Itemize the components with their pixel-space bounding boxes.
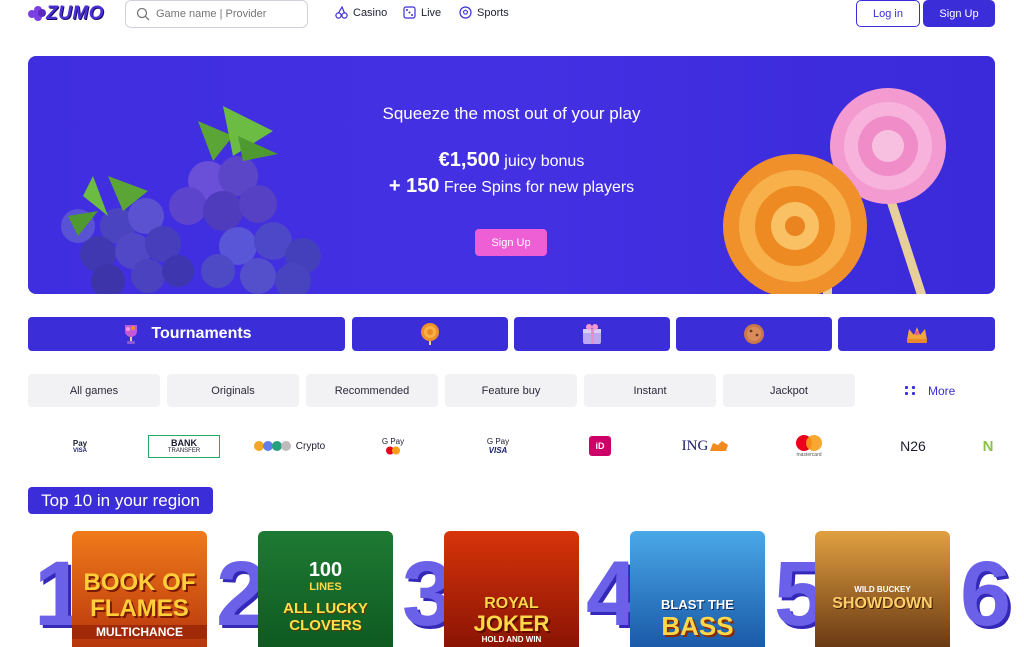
crown-icon — [906, 327, 927, 343]
game-title-line2: FLAMES — [90, 595, 189, 622]
apple-pay-label: Pay — [72, 438, 88, 448]
game-card-blast-the-bass[interactable]: BLAST THE BASS — [630, 531, 765, 647]
bonus-amount: €1,500 — [438, 149, 500, 171]
category-cookie[interactable] — [676, 317, 832, 351]
game-title-line2: JOKER — [473, 611, 550, 636]
game-card-all-lucky-clovers[interactable]: 100 LINES ALL LUCKY CLOVERS — [258, 531, 393, 647]
game-title-line1: BOOK OF — [83, 569, 196, 596]
game-title-line2: SHOWDOWN — [832, 595, 933, 612]
apple-pay-visa-label: VISA — [72, 447, 87, 454]
rank-number-6: 6 — [960, 543, 1012, 645]
nav-live-label: Live — [421, 6, 442, 19]
game-card-royal-joker[interactable]: ROYAL JOKER HOLD AND WIN — [444, 531, 579, 647]
grid-dots-icon — [905, 386, 916, 395]
google-pay-label: G Pay — [381, 437, 405, 446]
filter-originals[interactable]: Originals — [167, 374, 299, 407]
game-title-line1: BLAST THE — [661, 597, 734, 612]
spins-amount: + 150 — [388, 175, 440, 197]
apple-pay-logo: Pay VISA — [60, 432, 100, 460]
google-pay-visa-label: G Pay — [486, 437, 510, 446]
game-card-wild-buckey-showdown[interactable]: WILD BUCKEY SHOWDOWN — [815, 531, 950, 647]
search-box[interactable] — [125, 0, 308, 28]
transfer-label: TRANSFER — [167, 448, 201, 455]
zumo-logo[interactable]: ZUMO — [28, 0, 104, 28]
neteller-logo: N — [982, 437, 994, 455]
google-pay-visa-logo: G Pay VISA — [480, 432, 516, 460]
tournaments-label: Tournaments — [151, 325, 252, 342]
soccer-ball-icon — [459, 6, 472, 19]
trophy-icon — [125, 325, 138, 344]
filter-jackpot[interactable]: Jackpot — [723, 374, 855, 407]
ing-logo: ING — [674, 432, 738, 460]
mastercard-icon — [796, 435, 822, 451]
google-pay-logo: G Pay — [375, 432, 411, 460]
promo-banner[interactable]: Squeeze the most out of your play €1,500… — [28, 56, 995, 294]
game-subtitle: ALL LUCKY CLOVERS — [283, 600, 368, 634]
search-icon — [136, 7, 150, 21]
hero-signup-button[interactable]: Sign Up — [475, 229, 547, 256]
spins-text: Free Spins for new players — [439, 179, 635, 196]
game-title-line2: BASS — [661, 611, 734, 641]
game-title-line1: 100 — [308, 559, 343, 581]
category-crown[interactable] — [838, 317, 995, 351]
nav-sports[interactable]: Sports — [459, 6, 509, 19]
nav-sports-label: Sports — [477, 6, 509, 19]
top-navigation: ZUMO Casino Live Sports Log in Sign Up — [0, 0, 1024, 28]
ing-label: ING — [681, 437, 709, 454]
filter-all-games[interactable]: All games — [28, 374, 160, 407]
game-subtitle: HOLD AND WIN — [481, 635, 542, 644]
game-card-book-of-flames[interactable]: BOOK OF FLAMES MULTICHANCE — [72, 531, 207, 647]
lollipop-icon — [421, 323, 439, 345]
more-filters-button[interactable]: More — [905, 374, 955, 407]
cherry-icon — [335, 6, 348, 19]
nav-casino[interactable]: Casino — [335, 6, 387, 19]
logo-text: ZUMO — [46, 3, 104, 24]
bank-label: BANK — [171, 437, 197, 448]
category-lollipop[interactable] — [352, 317, 508, 351]
login-button[interactable]: Log in — [856, 0, 920, 27]
mastercard-logo: mastercard — [792, 432, 826, 460]
filter-feature-buy[interactable]: Feature buy — [445, 374, 577, 407]
filter-instant[interactable]: Instant — [584, 374, 716, 407]
visa-label: VISA — [488, 446, 508, 455]
n26-logo: N26 — [900, 438, 926, 454]
bonus-text: juicy bonus — [499, 153, 585, 170]
category-gift[interactable] — [514, 317, 670, 351]
mastercard-mini-icon — [386, 446, 400, 455]
crypto-coins-icon — [253, 441, 291, 451]
signup-button[interactable]: Sign Up — [923, 0, 995, 27]
nav-casino-label: Casino — [353, 6, 388, 19]
nav-live[interactable]: Live — [403, 6, 441, 19]
more-label: More — [928, 383, 956, 398]
cookie-icon — [744, 324, 764, 344]
game-subtitle: MULTICHANCE — [72, 625, 207, 639]
gift-icon — [583, 324, 601, 344]
search-input[interactable] — [156, 8, 296, 20]
lollipops-illustration — [723, 88, 946, 294]
mastercard-label: mastercard — [796, 452, 822, 458]
game-title-line1: WILD BUCKEY — [854, 585, 911, 594]
ideal-label: iD — [589, 436, 611, 456]
bank-transfer-logo: BANK TRANSFER — [148, 435, 220, 458]
crypto-logo: Crypto — [250, 432, 328, 460]
top10-heading: Top 10 in your region — [28, 487, 213, 514]
tournaments-tab[interactable]: Tournaments — [28, 317, 345, 351]
lion-icon — [710, 441, 729, 451]
crypto-label: Crypto — [295, 440, 326, 452]
game-title-line2: LINES — [309, 581, 342, 593]
grape-icon — [28, 5, 46, 23]
dice-icon — [403, 6, 416, 19]
ideal-logo: iD — [588, 432, 612, 460]
filter-recommended[interactable]: Recommended — [306, 374, 438, 407]
